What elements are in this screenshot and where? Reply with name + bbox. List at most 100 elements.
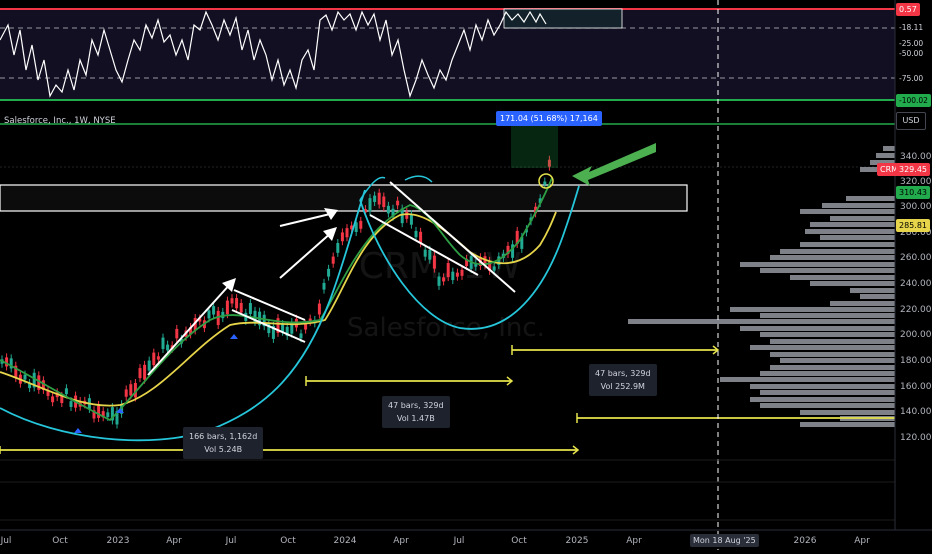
time-tick-label: 2023 <box>107 536 130 546</box>
volume-profile-bar <box>750 345 895 350</box>
candle-body <box>317 303 321 315</box>
price-tick-label: 300.00 <box>900 202 932 212</box>
rsi-badge-top: 0.57 <box>896 3 920 16</box>
candle-body <box>97 404 101 418</box>
volume-profile-bar <box>780 249 895 254</box>
candle-body <box>322 282 326 290</box>
time-tick-label: Oct <box>52 536 68 546</box>
price-tick-label: 120.00 <box>900 433 932 443</box>
volume-profile-bar <box>800 422 895 427</box>
candle-body <box>373 195 377 202</box>
ma-fast-line <box>0 177 553 422</box>
price-tick-label: 340.00 <box>900 152 932 162</box>
candle-body <box>451 271 455 281</box>
candle-body <box>212 306 216 315</box>
candle-body <box>281 324 285 332</box>
range-bar-1 <box>0 445 580 455</box>
candle-body <box>152 352 156 366</box>
range-bar-3 <box>511 345 720 355</box>
time-tick-label: 2024 <box>334 536 357 546</box>
crosshair-date-badge: Mon 18 Aug '25 <box>690 534 759 547</box>
volume-profile-bar <box>846 196 895 201</box>
candle-body <box>207 310 211 319</box>
price-tick-label: 220.00 <box>900 305 932 315</box>
volume-profile-bar <box>820 235 895 240</box>
candle-body <box>143 364 147 380</box>
volume-profile-bar <box>810 281 895 286</box>
volume-profile-bar <box>760 390 895 395</box>
volume-profile-bar <box>740 262 895 267</box>
volume-profile-bar <box>760 268 895 273</box>
rsi-pane-band <box>0 9 895 100</box>
range-info-2-volume: Vol 1.47B <box>396 414 435 423</box>
range-info-1: 166 bars, 1,162d Vol 5.24B <box>183 427 264 459</box>
candle-body <box>437 276 441 286</box>
volume-profile-bar <box>740 326 895 331</box>
candle-body <box>156 356 160 360</box>
ma-slow-badge: 285.81 <box>896 219 930 232</box>
candle-body <box>336 243 340 253</box>
price-tick-label: 200.00 <box>900 330 932 340</box>
currency-button[interactable]: USD <box>896 112 926 130</box>
candle-body <box>248 303 252 314</box>
range-bar-2 <box>305 376 514 386</box>
candle-body <box>147 360 151 371</box>
volume-profile-bar <box>860 294 895 299</box>
volume-profile-bar <box>760 332 895 337</box>
chart-title: Salesforce, Inc., 1W, NYSE <box>4 116 116 126</box>
candle-body <box>414 230 418 238</box>
price-tick-label: 180.00 <box>900 356 932 366</box>
range-info-1-volume: Vol 5.24B <box>204 445 243 454</box>
candle-body <box>64 388 68 395</box>
volume-profile-bar <box>883 146 895 151</box>
candle-body <box>327 268 331 277</box>
price-tick-label: 240.00 <box>900 279 932 289</box>
volume-profile-bar <box>800 242 895 247</box>
rsi-tick-50: -50.00 <box>899 49 924 58</box>
volume-profile-bar <box>830 301 895 306</box>
volume-profile-bar <box>800 410 895 415</box>
resistance-zone-box <box>0 184 688 212</box>
buy-marker-icon <box>230 334 238 339</box>
time-tick-label: Apr <box>626 536 642 546</box>
range-info-3-bars: 47 bars, 329d <box>595 369 651 378</box>
candle-body <box>51 396 55 403</box>
volume-profile-bar <box>810 222 895 227</box>
candle-body <box>304 324 308 330</box>
time-tick-label: Oct <box>511 536 527 546</box>
volume-profile-bar <box>770 352 895 357</box>
candle-body <box>106 412 110 417</box>
candle-body <box>442 277 446 282</box>
current-price-badge: 329.45 <box>896 163 930 176</box>
candle-body <box>138 368 142 379</box>
candle-body <box>331 256 335 264</box>
candle-body <box>409 214 413 225</box>
candle-body <box>382 196 386 208</box>
rsi-badge-bottom: -100.02 <box>896 94 931 107</box>
volume-profile-bar <box>850 288 895 293</box>
chart-canvas[interactable]: CRM, 1W Salesforce, Inc. 340.00 320.00 3… <box>0 0 932 550</box>
candle-body <box>225 300 229 315</box>
rsi-tick-75: -75.00 <box>899 74 924 83</box>
candle-body <box>230 298 234 304</box>
candle-body <box>129 384 133 396</box>
volume-profile-bar <box>790 275 895 280</box>
candle-body <box>543 181 547 185</box>
price-chart-svg[interactable]: CRM, 1W Salesforce, Inc. 340.00320.00300… <box>0 0 932 550</box>
time-tick-label: 2025 <box>566 536 589 546</box>
time-tick-label: 2026 <box>794 536 817 546</box>
ma-fast-badge: 310.43 <box>896 186 930 199</box>
candle-body <box>396 200 400 206</box>
time-tick-label: Jul <box>453 536 465 546</box>
volume-profile-bar <box>822 203 895 208</box>
price-tick-label: 160.00 <box>900 382 932 392</box>
time-tick-label: Oct <box>280 536 296 546</box>
rsi-badge-current: -18.11 <box>896 21 927 34</box>
time-tick-label: Apr <box>854 536 870 546</box>
candle-body <box>423 249 427 257</box>
candle-body <box>368 198 372 212</box>
time-tick-label: Apr <box>166 536 182 546</box>
candle-body <box>69 401 73 407</box>
range-info-2: 47 bars, 329d Vol 1.47B <box>382 396 450 428</box>
watermark-name: Salesforce, Inc. <box>347 313 545 343</box>
